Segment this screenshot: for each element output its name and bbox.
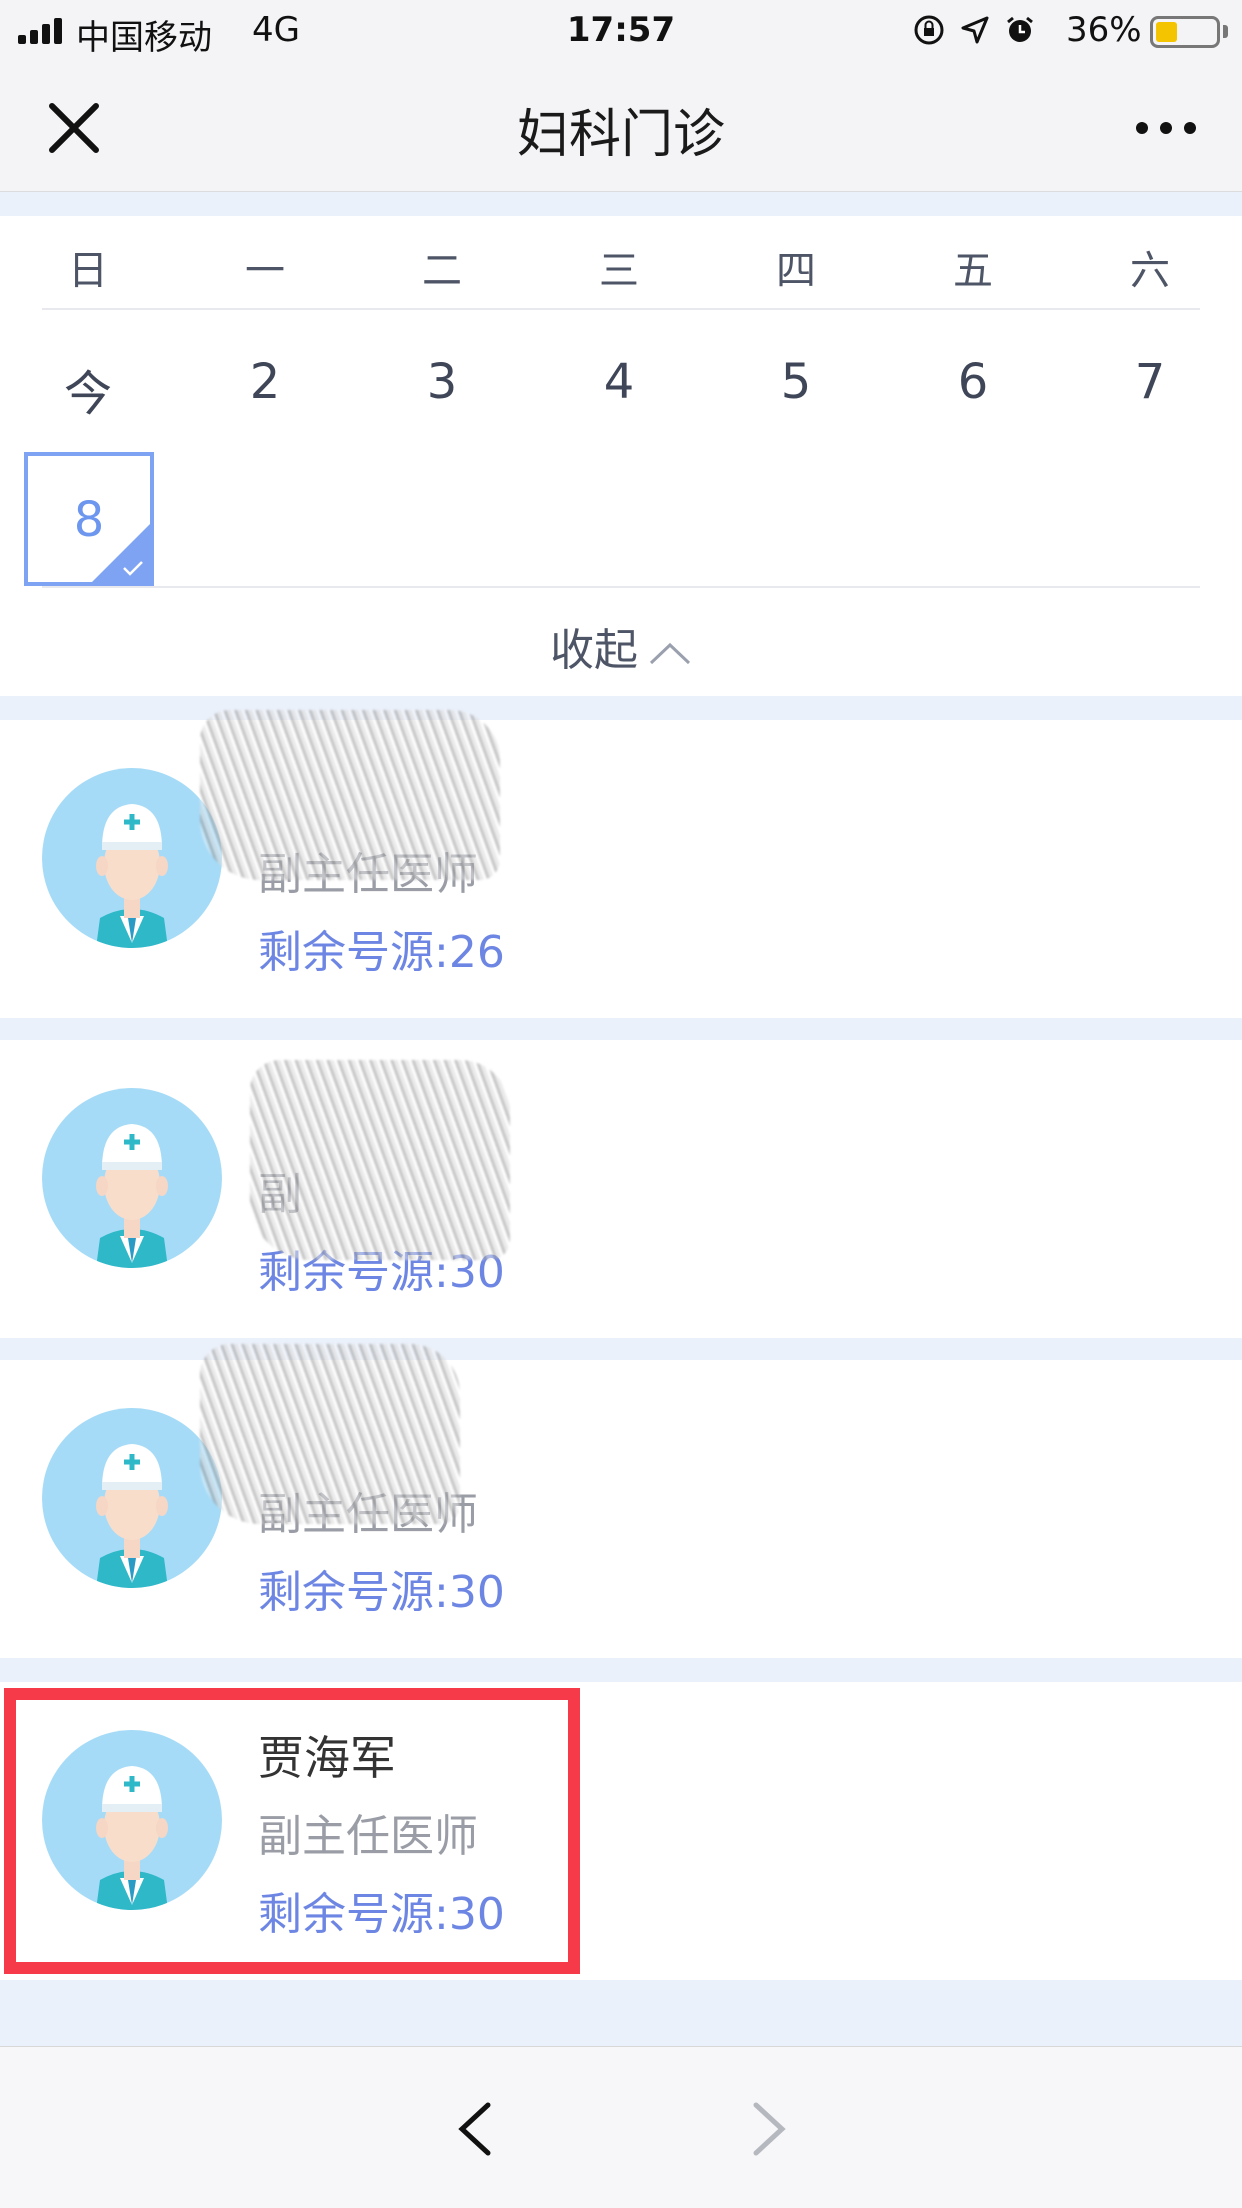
date-cell[interactable]: 3 <box>382 354 502 410</box>
date-cell[interactable]: 7 <box>1090 354 1210 410</box>
weekday-label: 四 <box>776 248 816 294</box>
doctor-avatar <box>42 768 222 948</box>
date-cell[interactable]: 4 <box>559 354 679 410</box>
doctor-card[interactable]: 副 剩余号源:30 <box>0 1040 1242 1338</box>
page-title: 妇科门诊 <box>516 105 725 165</box>
date-today[interactable]: 今 <box>28 354 148 424</box>
more-icon[interactable] <box>1134 120 1198 136</box>
redaction-scribble <box>200 1344 460 1524</box>
date-cell[interactable]: 2 <box>205 354 325 410</box>
doctor-avatar <box>42 1408 222 1588</box>
location-arrow-icon <box>961 16 989 44</box>
bottom-toolbar <box>0 2046 1242 2208</box>
redaction-scribble <box>200 710 500 880</box>
weekday-label: 六 <box>1130 248 1170 294</box>
divider <box>42 586 1200 588</box>
divider <box>42 308 1200 310</box>
weekday-label: 二 <box>422 248 462 294</box>
remaining-slots: 剩余号源:30 <box>258 1567 505 1618</box>
status-icons <box>912 12 1036 48</box>
calendar: 日 一 二 三 四 五 六 今 2 3 4 5 6 7 8 收起 <box>0 216 1242 696</box>
chevron-up-icon <box>649 642 691 665</box>
check-icon <box>123 561 143 576</box>
battery-icon <box>1150 16 1220 48</box>
date-cell-selected[interactable]: 8 <box>24 452 154 586</box>
redaction-scribble <box>250 1060 510 1260</box>
weekday-row: 日 一 二 三 四 五 六 <box>0 216 1242 308</box>
doctor-avatar <box>42 1088 222 1268</box>
date-cell[interactable]: 5 <box>736 354 856 410</box>
battery-percent: 36% <box>1066 10 1142 50</box>
chevron-left-icon[interactable] <box>452 2099 498 2159</box>
weekday-label: 日 <box>68 248 108 294</box>
weekday-label: 一 <box>245 248 285 294</box>
date-cell[interactable]: 6 <box>913 354 1033 410</box>
orientation-lock-icon <box>914 15 944 45</box>
doctor-card[interactable]: 副主任医师 剩余号源:26 <box>0 710 1242 1018</box>
collapse-button[interactable]: 收起 <box>0 614 1242 678</box>
highlight-annotation <box>4 1688 580 1974</box>
remaining-slots: 剩余号源:26 <box>258 927 505 978</box>
weekday-label: 五 <box>953 248 993 294</box>
doctor-card[interactable]: 副主任医师 剩余号源:30 <box>0 1344 1242 1658</box>
status-bar: 中国移动 4G 17:57 36% <box>0 0 1242 62</box>
alarm-icon <box>1007 16 1033 42</box>
chevron-right-icon[interactable] <box>746 2099 792 2159</box>
nav-bar: 妇科门诊 <box>0 62 1242 192</box>
collapse-label: 收起 <box>550 625 638 676</box>
clock: 17:57 <box>566 10 676 50</box>
weekday-label: 三 <box>599 248 639 294</box>
